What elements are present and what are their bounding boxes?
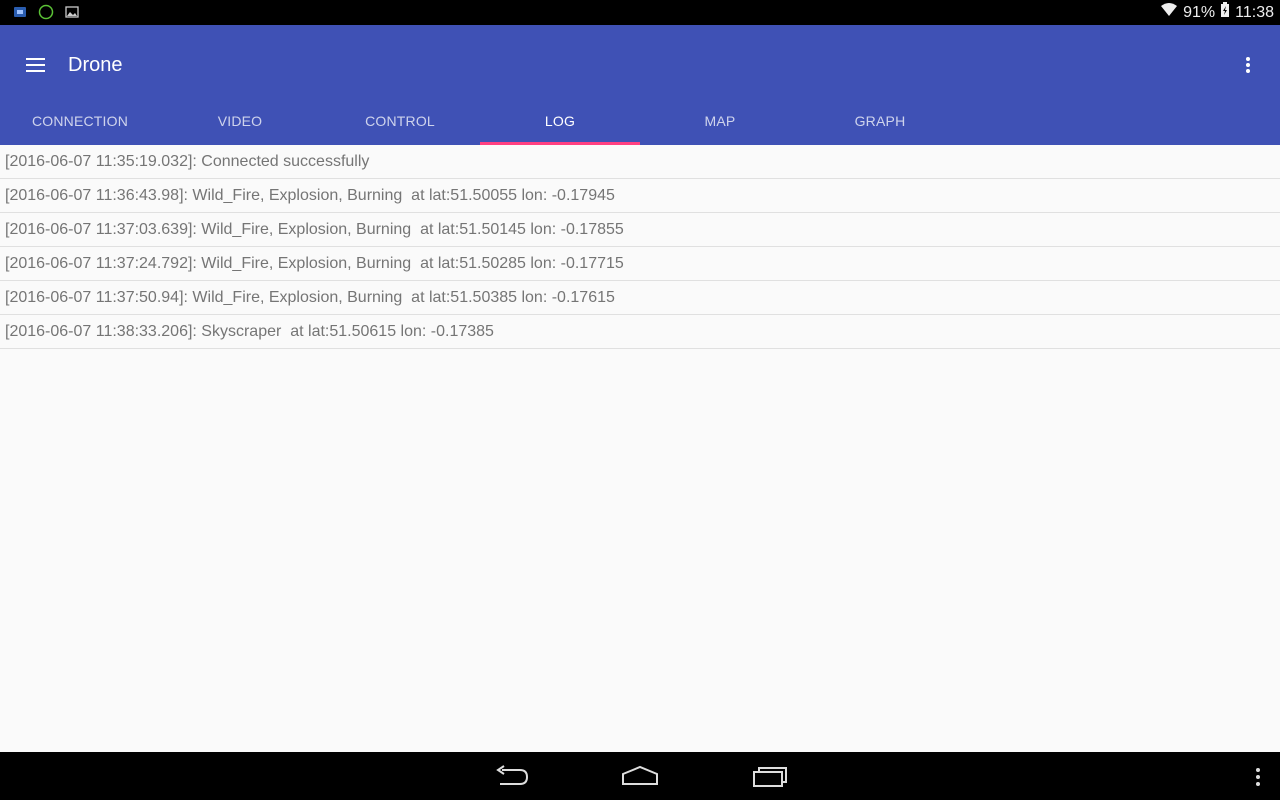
status-bar-notifications [12,4,80,20]
battery-charging-icon [1220,2,1230,23]
back-button[interactable] [492,762,532,790]
hamburger-menu-button[interactable] [20,49,52,81]
app-bar: Drone CONNECTION VIDEO CONTROL LOG MAP G… [0,25,1280,145]
log-entry[interactable]: [2016-06-07 11:36:43.98]: Wild_Fire, Exp… [0,179,1280,213]
tab-bar: CONNECTION VIDEO CONTROL LOG MAP GRAPH [0,97,960,145]
battery-percent: 91% [1183,3,1216,21]
overflow-menu-button[interactable] [1234,49,1262,81]
clock: 11:38 [1235,3,1274,21]
more-vert-icon [1246,57,1250,73]
notification-app-icon [12,4,28,20]
log-list: [2016-06-07 11:35:19.032]: Connected suc… [0,145,1280,349]
log-entry[interactable]: [2016-06-07 11:37:03.639]: Wild_Fire, Ex… [0,213,1280,247]
home-icon [622,765,658,785]
navigation-bar [0,752,1280,800]
recents-icon [753,767,787,787]
wifi-icon [1160,2,1178,23]
home-button[interactable] [620,762,660,790]
battery-saver-icon [38,4,54,20]
log-entry[interactable]: [2016-06-07 11:38:33.206]: Skyscraper at… [0,315,1280,349]
tab-map[interactable]: MAP [640,97,800,145]
tab-control[interactable]: CONTROL [320,97,480,145]
image-icon [64,4,80,20]
more-vert-icon [1256,768,1260,786]
status-bar-system: 91% 11:38 [1160,2,1274,23]
tab-graph[interactable]: GRAPH [800,97,960,145]
hamburger-menu-icon [26,58,45,72]
app-title: Drone [68,54,123,76]
tab-log[interactable]: LOG [480,97,640,145]
nav-menu-button[interactable] [1254,766,1262,788]
status-bar: 91% 11:38 [0,0,1280,25]
back-icon [496,765,529,785]
tab-connection[interactable]: CONNECTION [0,97,160,145]
log-entry[interactable]: [2016-06-07 11:35:19.032]: Connected suc… [0,145,1280,179]
log-entry[interactable]: [2016-06-07 11:37:50.94]: Wild_Fire, Exp… [0,281,1280,315]
recents-button[interactable] [750,762,790,790]
tab-video[interactable]: VIDEO [160,97,320,145]
log-entry[interactable]: [2016-06-07 11:37:24.792]: Wild_Fire, Ex… [0,247,1280,281]
